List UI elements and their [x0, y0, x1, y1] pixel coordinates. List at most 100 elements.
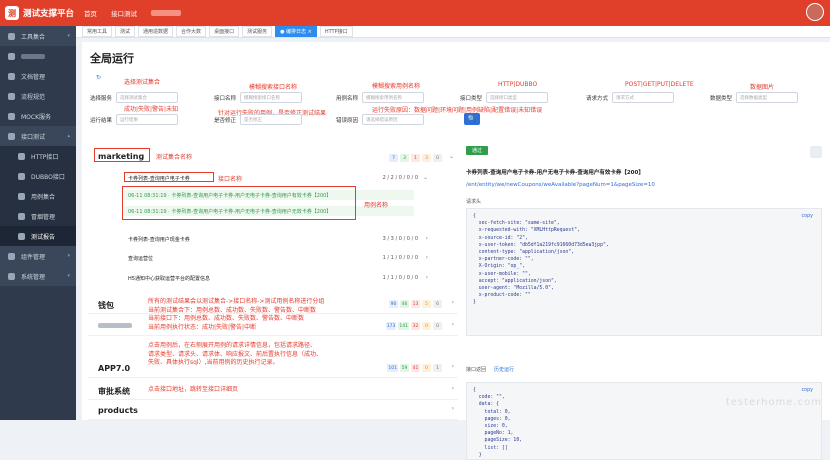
sidebar-item-components[interactable]: 组件管理 ▾ — [0, 246, 76, 266]
group-row[interactable]: 审批系统 › — [88, 380, 458, 400]
stat-break: 1 — [433, 364, 442, 372]
annotation-iface: 模糊搜索接口名称 — [249, 84, 298, 91]
watermark: testerhome.com — [725, 397, 822, 408]
chevron-right-icon[interactable]: › — [452, 363, 454, 370]
sidebar-item-label: 测试报告 — [31, 233, 56, 241]
sidebar-item-http[interactable]: HTTP接口 — [0, 146, 76, 166]
tab-response[interactable]: 接口返回 — [466, 366, 486, 373]
service-select[interactable]: 选择测试集合 — [116, 92, 179, 103]
results-tree: marketing 7 3 1 3 0 ⌄ 测试集合名称 卡券列表-查询用户电子… — [88, 142, 458, 420]
field-method: 请求方式 请求方式 — [586, 92, 675, 103]
chevron-down-icon: ▾ — [67, 253, 70, 259]
req-header-label: 请求头 — [466, 199, 482, 205]
stat-total: 173 — [385, 322, 397, 330]
method-select[interactable]: 请求方式 — [612, 92, 675, 103]
copy-button[interactable]: copy — [802, 213, 813, 220]
tab-item[interactable]: 测试服务 — [242, 26, 273, 37]
chevron-right-icon[interactable]: › — [426, 254, 428, 261]
iface-name[interactable]: 查询运营位 — [128, 255, 153, 262]
sidebar-item-docs[interactable]: 文档管理 — [0, 66, 76, 86]
sidebar-item-system[interactable]: 系统管理 ▾ — [0, 266, 76, 286]
sidebar-item-label: 接口测试 — [21, 133, 46, 141]
chevron-right-icon[interactable]: › — [426, 274, 428, 281]
annotation-group: 测试集合名称 — [156, 154, 193, 161]
nav-crumb[interactable]: 接口测试 — [111, 8, 137, 18]
http-icon — [18, 152, 25, 160]
tab-active[interactable]: ● 编排日志 × — [275, 26, 317, 37]
chevron-right-icon[interactable]: › — [426, 235, 428, 242]
field-label: 选择服务 — [90, 95, 113, 102]
tab-item[interactable]: 桌面接口 — [209, 26, 240, 37]
sidebar-item-tools[interactable]: 工具集合 ▾ — [0, 26, 76, 46]
copy-button[interactable]: copy — [802, 387, 813, 394]
group-stats: 101 59 41 0 1 — [387, 364, 442, 372]
chevron-right-icon[interactable]: › — [452, 299, 454, 306]
stat-warn: 0 — [422, 322, 431, 330]
detail-panel: 通过 卡券列表-查询用户电子卡券-用户无电子卡券-查询用户有效卡券【200】 /… — [466, 146, 822, 460]
field-label: 数据类型 — [710, 95, 733, 102]
sidebar-item-smoke[interactable]: 冒烟管理 — [0, 206, 76, 226]
redacted-group-name — [98, 323, 132, 328]
response-code-text: { code: "", data: { total: 0, pages: 0, … — [473, 388, 523, 458]
chevron-right-icon[interactable]: › — [452, 405, 454, 412]
field-label: 请求方式 — [586, 95, 609, 102]
gear-icon — [8, 272, 15, 280]
sidebar: 测 测试支撑平台 工具集合 ▾ 文档管理 流程规范 MOCK服务 接口测试 ▴ HT… — [0, 0, 76, 420]
tab-item[interactable]: 通用造数据 — [138, 26, 174, 37]
sidebar-item-label: MOCK服务 — [21, 113, 52, 121]
case-input[interactable]: 模糊搜索用例名称 — [362, 92, 425, 103]
data-select[interactable]: 选择数据类型 — [736, 92, 799, 103]
field-case: 用例名称 模糊搜索用例名称 — [336, 92, 425, 103]
sidebar-item-dubbo[interactable]: DUBBO接口 — [0, 166, 76, 186]
tab-item[interactable]: 常用工具 — [82, 26, 113, 37]
search-button[interactable]: 🔍 — [464, 113, 480, 125]
avatar[interactable] — [806, 3, 824, 21]
result-select[interactable]: 运行结果 — [116, 114, 179, 125]
annotation-result: 成功|失败|警告|未知 — [124, 106, 179, 113]
tab-item[interactable]: 合作大数 — [176, 26, 207, 37]
group-row[interactable]: products › — [88, 400, 458, 420]
chevron-right-icon[interactable]: › — [452, 321, 454, 328]
iface-input[interactable]: 模糊搜索接口名称 — [240, 92, 303, 103]
group-name: 钱包 — [98, 301, 114, 310]
sidebar-item-report[interactable]: 测试报告 — [0, 226, 76, 246]
fixed-select[interactable]: 是否修正 — [240, 114, 303, 125]
highlight-box — [94, 148, 150, 162]
field-type: 接口类型 选择接口类型 — [460, 92, 549, 103]
group-name: APP7.0 — [98, 364, 131, 373]
refresh-icon[interactable]: ↻ — [96, 74, 101, 81]
iface-name[interactable]: H5通知中心获取运营平台的配置信息 — [128, 275, 210, 282]
nav-home[interactable]: 首页 — [84, 8, 97, 18]
highlight-box — [122, 186, 356, 220]
field-service: 选择服务 选择测试集合 — [90, 92, 179, 103]
type-select[interactable]: 选择接口类型 — [486, 92, 549, 103]
annotation-iface-name: 接口名称 — [218, 176, 243, 183]
group-name: 审批系统 — [98, 387, 130, 396]
chevron-down-icon[interactable]: ⌄ — [449, 153, 454, 160]
field-label: 错误原因 — [336, 117, 359, 124]
dubbo-icon — [18, 172, 25, 180]
stat-fail: 13 — [411, 300, 420, 308]
sidebar-item-mock[interactable]: MOCK服务 — [0, 106, 76, 126]
sidebar-item-process[interactable]: 流程规范 — [0, 86, 76, 106]
group-name: products — [98, 406, 138, 415]
sidebar-item-redacted[interactable] — [0, 46, 76, 66]
chevron-down-icon[interactable]: ⌄ — [423, 174, 428, 181]
app-logo[interactable]: 测 测试支撑平台 — [0, 0, 76, 26]
tab-item[interactable]: HTTP接口 — [319, 26, 353, 37]
annotation-service: 选择测试集合 — [124, 79, 161, 86]
tab-item[interactable]: 测试 — [115, 26, 136, 37]
sidebar-item-case-set[interactable]: 用例集合 — [0, 186, 76, 206]
detail-url-link[interactable]: /ent/entity/we/newCoupons/weAvailable?pa… — [466, 182, 655, 188]
tab-history[interactable]: 历史运行 — [494, 366, 514, 373]
field-label: 运行结果 — [90, 117, 113, 124]
sidebar-item-api-test[interactable]: 接口测试 ▴ — [0, 126, 76, 146]
annotation-reason: 运行失败原因：数据问题|环境问题|用例缺陷|配置错误|未知错误 — [372, 107, 543, 114]
close-icon[interactable] — [810, 146, 822, 158]
iface-name[interactable]: 卡券列表-查询用户现金卡券 — [128, 236, 190, 243]
page-title: 全局运行 — [90, 52, 134, 65]
reason-select[interactable]: 请选择错误原因 — [362, 114, 425, 125]
field-label: 用例名称 — [336, 95, 359, 102]
chevron-right-icon[interactable]: › — [452, 385, 454, 392]
stat-break: 0 — [433, 154, 442, 162]
